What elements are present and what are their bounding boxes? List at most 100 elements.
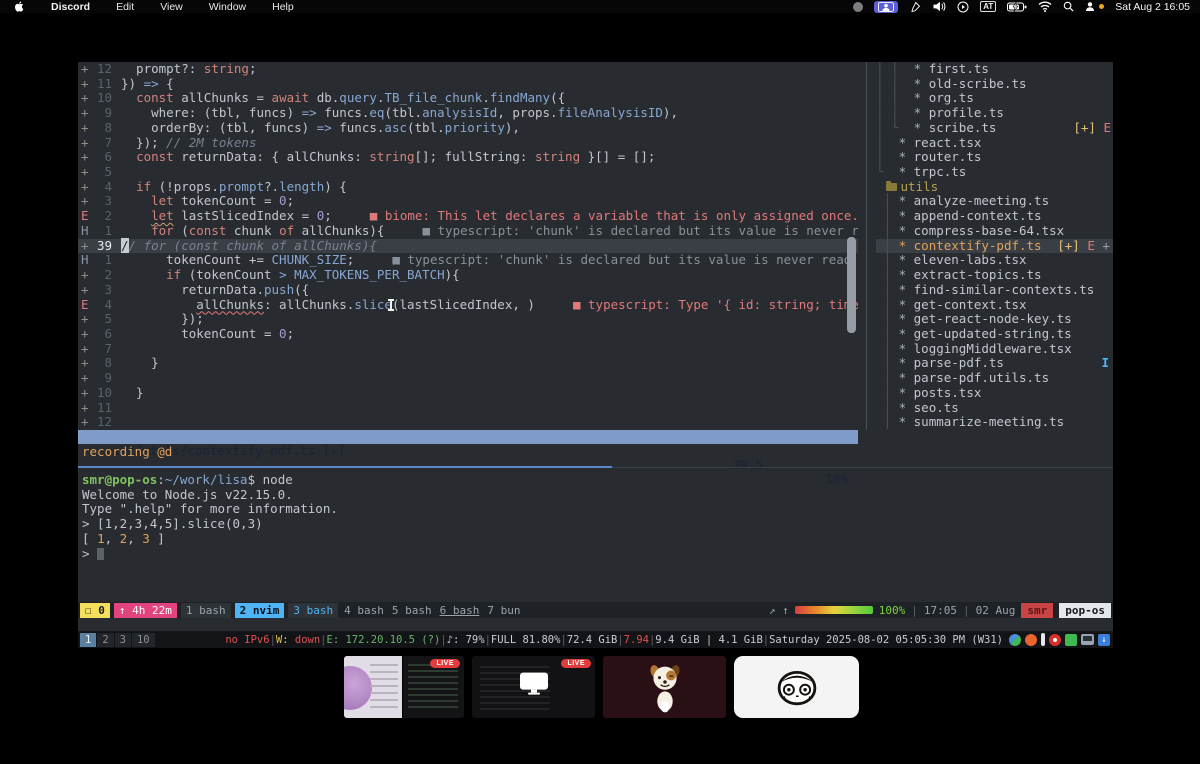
display-icon[interactable] — [1081, 634, 1094, 645]
tree-item-find-similar-contexts-ts[interactable]: │ * find-similar-contexts.ts — [876, 283, 1113, 298]
traffic-arrows: ↗ ↑ — [769, 604, 789, 617]
code-line: +3 let tokenCount = 0; — [78, 194, 858, 209]
search-icon[interactable] — [1063, 1, 1074, 12]
nvim-editor-pane[interactable]: +12 prompt?: string;+11}) => {+10 const … — [78, 62, 858, 430]
network-icon[interactable] — [1009, 634, 1021, 646]
code-token: orderBy: (tbl, funcs) — [121, 120, 317, 135]
user-switch-icon[interactable] — [1085, 1, 1104, 12]
tree-item-first-ts[interactable]: │ │ * first.ts — [876, 62, 1113, 77]
tree-item-profile-ts[interactable]: │ │ * profile.ts — [876, 106, 1113, 121]
tree-item-get-context-tsx[interactable]: │ * get-context.tsx — [876, 298, 1113, 313]
download-icon[interactable]: ↓ — [1098, 634, 1110, 646]
tree-item-eleven-labs-tsx[interactable]: │ * eleven-labs.tsx — [876, 253, 1113, 268]
line-number: 9 — [90, 106, 112, 121]
code-token: slice — [354, 297, 392, 312]
window-preview-browser-code[interactable]: LIVE — [344, 656, 464, 718]
tmux-window--0[interactable]: ☐ 0 — [80, 603, 110, 618]
tree-item-posts-tsx[interactable]: │ * posts.tsx — [876, 386, 1113, 401]
tree-item-parse-pdf-utils-ts[interactable]: │ * parse-pdf.utils.ts — [876, 371, 1113, 386]
file-bullet-icon: * — [899, 400, 914, 415]
tmux-window-4-bash[interactable]: 4 bash — [342, 603, 386, 618]
code-token: ; — [249, 62, 257, 76]
menu-item-edit[interactable]: Edit — [116, 1, 134, 13]
tree-item-loggingMiddleware-tsx[interactable]: │ * loggingMiddleware.tsx — [876, 342, 1113, 357]
tree-item-get-react-node-key-ts[interactable]: │ * get-react-node-key.ts — [876, 312, 1113, 327]
tree-guide: │ — [876, 414, 899, 429]
tmux-window--4h-22m[interactable]: ↑ 4h 22m — [114, 603, 177, 618]
tmux-window-6-bash[interactable]: 6 bash — [438, 603, 482, 618]
tmux-window-3-bash[interactable]: 3 bash — [288, 603, 338, 618]
code-token — [287, 267, 295, 282]
record-icon[interactable] — [1049, 634, 1061, 646]
window-preview-dog-artwork[interactable] — [603, 656, 726, 718]
editor-scrollbar[interactable] — [847, 237, 856, 333]
code-token: } — [121, 385, 144, 400]
screen-share-icon[interactable] — [874, 1, 898, 13]
tree-item-seo-ts[interactable]: │ * seo.ts — [876, 401, 1113, 416]
dnd-icon[interactable] — [853, 2, 863, 12]
tmux-split-active-border[interactable] — [78, 466, 612, 468]
tmux-window-1-bash[interactable]: 1 bash — [181, 603, 231, 618]
tmux-window-7-bun[interactable]: 7 bun — [485, 603, 522, 618]
tree-item-scribe-ts[interactable]: │ └ * scribe.ts[+] E — [876, 121, 1113, 136]
file-name: posts.tsx — [914, 385, 982, 400]
play-icon[interactable] — [957, 1, 969, 13]
window-preview-desktop[interactable]: LIVE — [472, 656, 595, 718]
tmux-window-5-bash[interactable]: 5 bash — [390, 603, 434, 618]
gutter-sign: + — [78, 91, 90, 106]
flame-icon[interactable] — [1025, 634, 1037, 646]
gutter-sign: + — [78, 150, 90, 165]
line-number: 1 — [90, 253, 112, 268]
tree-guide: │ — [876, 385, 899, 400]
tree-item-compress-base-64-tsx[interactable]: │ * compress-base-64.tsx — [876, 224, 1113, 239]
code-token: . — [482, 90, 490, 105]
code-token: string — [535, 149, 580, 164]
code-line: +6 const returnData: { allChunks: string… — [78, 150, 858, 165]
workspace-tag-10[interactable]: 10 — [132, 633, 155, 647]
apple-icon[interactable] — [14, 1, 25, 12]
workspace-tag-3[interactable]: 3 — [115, 633, 131, 647]
bash-terminal-pane[interactable]: smr@pop-os:~/work/lisa$ nodeWelcome to N… — [78, 473, 1113, 561]
code-token: } — [121, 355, 159, 370]
wifi-icon[interactable] — [1038, 1, 1052, 12]
tree-item-contextify-pdf-ts[interactable]: │ * contextify-pdf.ts[+] E + C — [876, 239, 1113, 254]
gutter-sign: + — [78, 401, 90, 416]
active-app-name[interactable]: Discord — [51, 1, 90, 13]
tree-item-summarize-meeting-ts[interactable]: │ * summarize-meeting.ts — [876, 415, 1113, 430]
tree-item-parse-pdf-ts[interactable]: │ * parse-pdf.tsI — [876, 356, 1113, 371]
window-preview-cat-logo[interactable] — [734, 656, 859, 718]
menu-item-help[interactable]: Help — [272, 1, 294, 13]
tree-item-org-ts[interactable]: │ │ * org.ts — [876, 91, 1113, 106]
code-token: string — [369, 149, 414, 164]
code-token: ) { — [324, 179, 347, 194]
file-tree-pane[interactable]: │ │ * first.ts│ │ * old-scribe.ts│ │ * o… — [876, 62, 1113, 430]
speaker-icon[interactable] — [932, 1, 946, 12]
status-segment: 9.4 GiB | 4.1 GiB — [655, 634, 762, 646]
tree-item-analyze-meeting-ts[interactable]: │ * analyze-meeting.ts — [876, 194, 1113, 209]
tmux-split-border[interactable] — [612, 467, 1113, 468]
battery-icon[interactable] — [1007, 2, 1027, 12]
line-number: 5 — [90, 165, 112, 180]
code-token: funcs. — [332, 120, 385, 135]
inline-diagnostic: ■ biome: This let declares a variable th… — [370, 208, 858, 223]
tmux-window-2-nvim[interactable]: 2 nvim — [235, 603, 285, 618]
menu-bar-clock[interactable]: Sat Aug 2 16:05 — [1115, 1, 1190, 13]
tree-item-get-updated-string-ts[interactable]: │ * get-updated-string.ts — [876, 327, 1113, 342]
menu-item-window[interactable]: Window — [209, 1, 246, 13]
workspace-tag-2[interactable]: 2 — [97, 633, 113, 647]
pen-icon[interactable] — [909, 1, 921, 13]
tree-item-utils[interactable]: utils — [876, 180, 1113, 195]
tree-item-trpc-ts[interactable]: └ * trpc.ts — [876, 165, 1113, 180]
pane-divider[interactable] — [866, 62, 867, 430]
lock-icon[interactable] — [1065, 634, 1077, 646]
tree-item-extract-topics-ts[interactable]: │ * extract-topics.ts — [876, 268, 1113, 283]
tree-item-react-tsx[interactable]: │ * react.tsx — [876, 136, 1113, 151]
menu-item-view[interactable]: View — [160, 1, 183, 13]
code-line: +5 }); — [78, 312, 858, 327]
tree-item-router-ts[interactable]: │ * router.ts — [876, 150, 1113, 165]
bar-icon[interactable] — [1041, 633, 1045, 646]
tree-item-old-scribe-ts[interactable]: │ │ * old-scribe.ts — [876, 77, 1113, 92]
workspace-tag-1[interactable]: 1 — [80, 633, 96, 647]
tree-item-append-context-ts[interactable]: │ * append-context.ts — [876, 209, 1113, 224]
at-badge[interactable]: AT — [980, 1, 996, 12]
